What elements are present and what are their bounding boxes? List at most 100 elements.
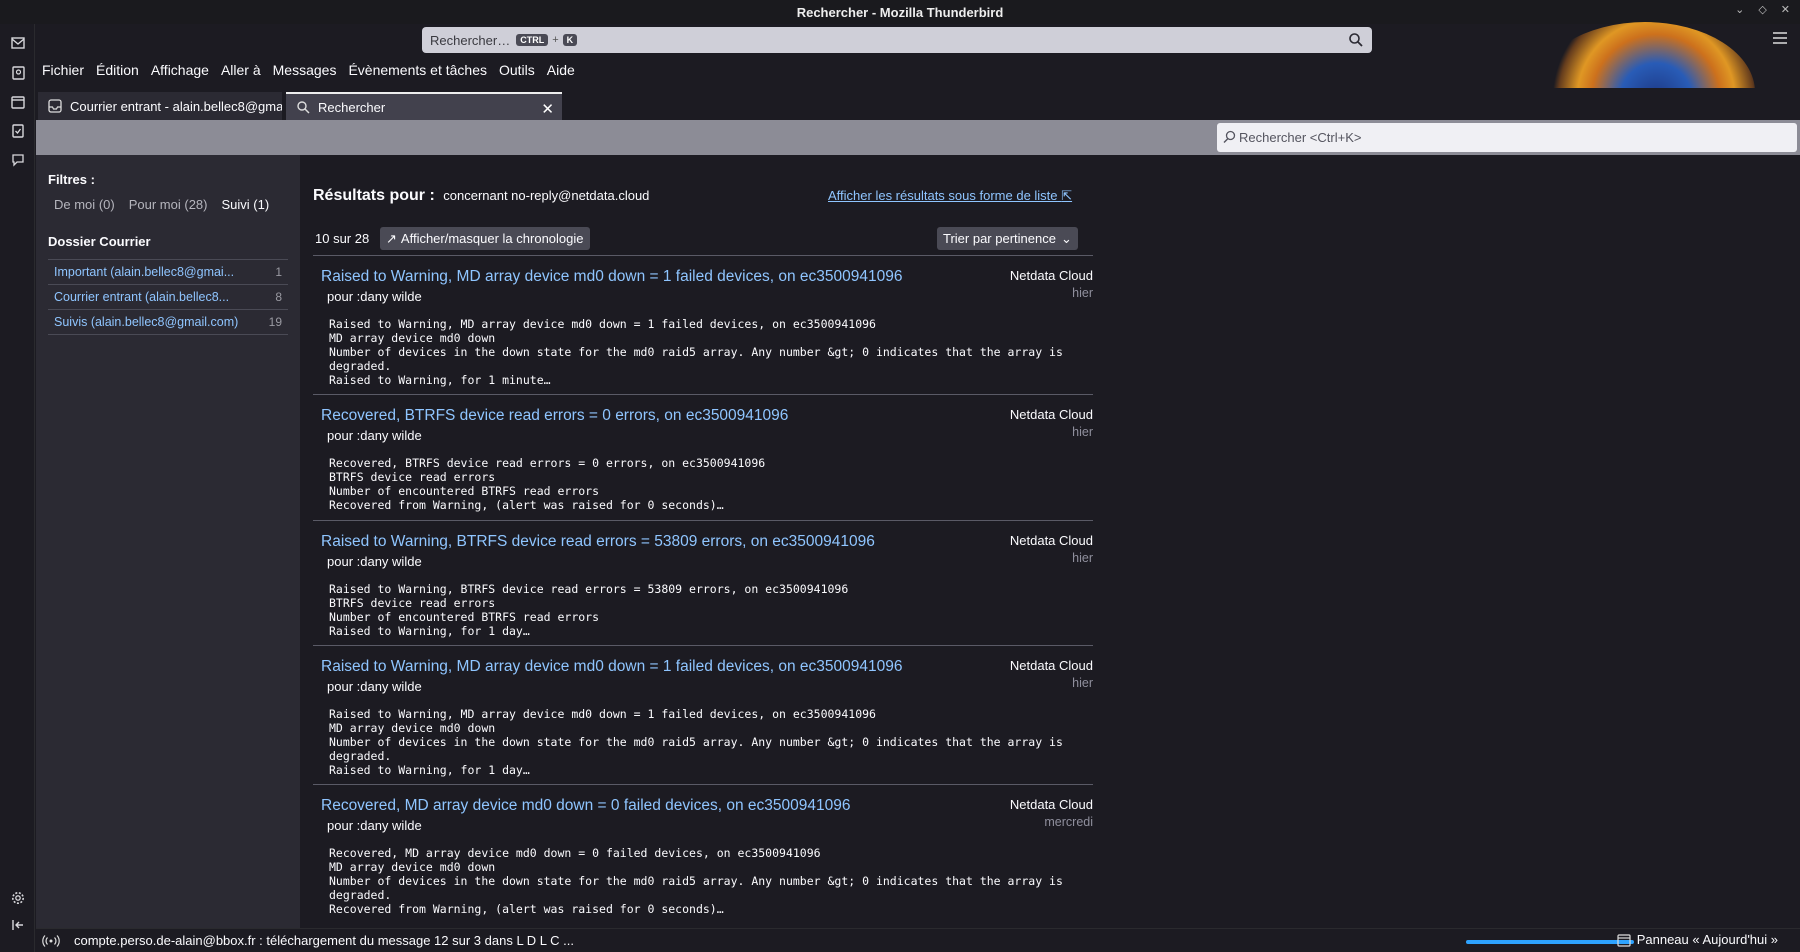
chevron-down-icon: ⌄	[1060, 230, 1072, 246]
sort-label: Trier par pertinence	[943, 231, 1056, 246]
menu-messages[interactable]: Messages	[267, 62, 343, 84]
result-item[interactable]: Raised to Warning, MD array device md0 d…	[313, 255, 1093, 394]
quick-search-input[interactable]: Rechercher <Ctrl+K>	[1217, 123, 1797, 152]
menu-evenements[interactable]: Évènements et tâches	[342, 62, 493, 84]
timeline-icon: ↗	[386, 230, 397, 246]
filter-from-me-label: De moi	[54, 197, 96, 212]
filter-starred-label: Suivi	[221, 197, 250, 212]
result-date: hier	[1072, 551, 1093, 565]
result-sender: Netdata Cloud	[1009, 407, 1093, 422]
results-count: 10 sur 28	[315, 231, 370, 246]
close-tab-icon[interactable]: ✕	[541, 100, 554, 118]
sort-button[interactable]: Trier par pertinence ⌄	[937, 227, 1078, 250]
results-heading: Résultats pour : concernant no-reply@net…	[313, 187, 649, 205]
folder-item[interactable]: Suivis (alain.bellec8@gmail.com) 19	[48, 310, 288, 335]
folders-title: Dossier Courrier	[48, 234, 151, 249]
menu-outils[interactable]: Outils	[493, 62, 541, 84]
quick-search-placeholder: Rechercher <Ctrl+K>	[1239, 130, 1362, 145]
search-icon[interactable]	[1348, 32, 1364, 48]
folder-list: Important (alain.bellec8@gmai... 1 Courr…	[48, 259, 288, 335]
tab-inbox-label: Courrier entrant - alain.bellec8@gmail.c…	[70, 98, 282, 114]
window-title: Rechercher - Mozilla Thunderbird	[796, 4, 1004, 20]
result-recipient: pour :dany wilde	[327, 818, 422, 833]
settings-gear-icon[interactable]	[7, 887, 28, 908]
result-recipient: pour :dany wilde	[327, 428, 422, 443]
menu-affichage[interactable]: Affichage	[145, 62, 215, 84]
status-progress-fill	[1466, 940, 1634, 944]
status-message: compte.perso.de-alain@bbox.fr : téléchar…	[74, 933, 574, 948]
result-item[interactable]: Recovered, MD array device md0 down = 0 …	[313, 784, 1093, 928]
mail-space-icon[interactable]	[7, 32, 28, 53]
result-date: hier	[1072, 425, 1093, 439]
result-sender: Netdata Cloud	[1009, 268, 1093, 283]
result-sender: Netdata Cloud	[1009, 658, 1093, 673]
tab-search-label: Rechercher	[318, 99, 386, 115]
filter-to-me-label: Pour moi	[128, 197, 181, 212]
search-icon	[297, 101, 310, 114]
menu-aide[interactable]: Aide	[541, 62, 581, 84]
result-subject[interactable]: Recovered, MD array device md0 down = 0 …	[321, 797, 850, 815]
result-recipient: pour :dany wilde	[327, 289, 422, 304]
result-item[interactable]: Raised to Warning, BTRFS device read err…	[313, 520, 1093, 645]
today-pane-button[interactable]: Panneau « Aujourd'hui »	[1617, 932, 1778, 947]
result-subject[interactable]: Raised to Warning, BTRFS device read err…	[321, 533, 875, 551]
results-heading-label: Résultats pour :	[313, 187, 435, 204]
global-search-bar[interactable]: Rechercher… CTRL + K	[422, 27, 1372, 53]
folder-item[interactable]: Courrier entrant (alain.bellec8... 8	[48, 285, 288, 310]
collapse-spaces-icon[interactable]	[7, 914, 28, 935]
filter-to-me-count: (28)	[184, 197, 208, 212]
filter-starred[interactable]: Suivi (1)	[221, 197, 269, 212]
mail-toolbar: Rechercher <Ctrl+K>	[36, 120, 1800, 155]
menu-fichier[interactable]: Fichier	[36, 62, 90, 84]
folder-item[interactable]: Important (alain.bellec8@gmai... 1	[48, 260, 288, 285]
result-item[interactable]: Raised to Warning, MD array device md0 d…	[313, 645, 1093, 784]
tab-inbox[interactable]: Courrier entrant - alain.bellec8@gmail.c…	[38, 92, 282, 120]
result-snippet: Recovered, BTRFS device read errors = 0 …	[329, 456, 766, 512]
menu-aller-a[interactable]: Aller à	[215, 62, 267, 84]
shortcut-plus: +	[552, 34, 559, 46]
app-menu-icon[interactable]	[1772, 32, 1788, 44]
filters-title: Filtres :	[48, 172, 95, 187]
search-results: Résultats pour : concernant no-reply@net…	[300, 155, 1800, 928]
tab-search[interactable]: Rechercher ✕	[286, 92, 562, 120]
result-date: hier	[1072, 676, 1093, 690]
result-recipient: pour :dany wilde	[327, 679, 422, 694]
status-bar: compte.perso.de-alain@bbox.fr : téléchar…	[36, 928, 1800, 952]
show-as-list-label: Afficher les résultats sous forme de lis…	[828, 188, 1058, 203]
result-item[interactable]: Recovered, BTRFS device read errors = 0 …	[313, 394, 1093, 520]
toggle-timeline-button[interactable]: ↗ Afficher/masquer la chronologie	[380, 227, 590, 250]
maximize-icon[interactable]: ◇	[1758, 3, 1766, 16]
shortcut-key-k: K	[562, 34, 578, 46]
show-as-list-link[interactable]: Afficher les résultats sous forme de lis…	[828, 188, 1072, 204]
toggle-timeline-label: Afficher/masquer la chronologie	[400, 231, 584, 246]
result-subject[interactable]: Raised to Warning, MD array device md0 d…	[321, 268, 902, 286]
calendar-icon[interactable]	[7, 91, 28, 112]
tasks-icon[interactable]	[7, 120, 28, 141]
folder-count: 1	[275, 265, 282, 279]
filter-starred-count: (1)	[253, 197, 270, 212]
close-window-icon[interactable]: ✕	[1781, 3, 1790, 16]
result-recipient: pour :dany wilde	[327, 554, 422, 569]
result-date: hier	[1072, 286, 1093, 300]
folder-label: Courrier entrant (alain.bellec8...	[54, 290, 230, 304]
filter-from-me[interactable]: De moi (0)	[54, 197, 115, 212]
result-sender: Netdata Cloud	[1009, 533, 1093, 548]
minimize-icon[interactable]: ⌄	[1735, 3, 1744, 16]
result-subject[interactable]: Raised to Warning, MD array device md0 d…	[321, 658, 902, 676]
result-snippet: Raised to Warning, MD array device md0 d…	[329, 707, 1063, 777]
folder-label: Important (alain.bellec8@gmai...	[54, 265, 235, 279]
online-status-icon[interactable]	[42, 934, 60, 948]
window-controls: ⌄ ◇ ✕	[1735, 3, 1790, 16]
result-date: mercredi	[1044, 815, 1093, 829]
result-subject[interactable]: Recovered, BTRFS device read errors = 0 …	[321, 407, 788, 425]
menu-edition[interactable]: Édition	[90, 62, 145, 84]
status-progress	[1466, 940, 1634, 944]
today-pane-label: Panneau « Aujourd'hui »	[1636, 932, 1778, 947]
inbox-icon	[48, 99, 62, 113]
tab-strip: Courrier entrant - alain.bellec8@gmail.c…	[36, 88, 1800, 120]
address-book-icon[interactable]	[7, 62, 28, 83]
chat-icon[interactable]	[7, 149, 28, 170]
filter-to-me[interactable]: Pour moi (28)	[129, 197, 208, 212]
filters-pane: Filtres : De moi (0) Pour moi (28) Suivi…	[36, 155, 300, 928]
result-sender: Netdata Cloud	[1009, 797, 1093, 812]
